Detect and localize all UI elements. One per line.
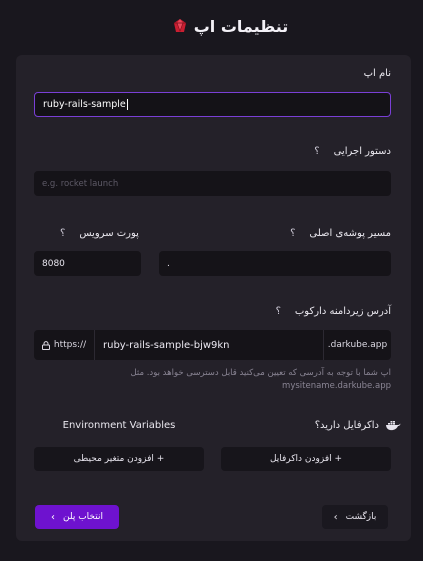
dockerfile-label-row: داکرفایل دارید؟ [315, 420, 401, 431]
root-dir-value: . [167, 258, 170, 269]
domain-suffix-text: .darkube.app [327, 340, 388, 350]
subdomain-hint-line-1: اپ شما با توجه به آدرسی که تعیین می‌کنید… [130, 368, 391, 378]
run-command-placeholder: e.g. rocket launch [42, 178, 119, 189]
dockerfile-label: داکرفایل دارید؟ [314, 420, 379, 431]
page-title: تنظیمات اپ [193, 16, 289, 36]
app-name-value: ruby-rails-sample [43, 99, 126, 110]
chevron-left-icon: ‹ [51, 511, 56, 523]
ruby-icon [173, 19, 186, 32]
run-command-label: دستور اجرایی [333, 146, 391, 157]
env-vars-label: Environment Variables [62, 420, 176, 431]
subdomain-hint-line-2: mysitename.darkube.app [282, 381, 391, 391]
root-dir-input[interactable]: . [159, 251, 391, 276]
service-port-label-row: پورت سرویس ؟ [60, 228, 139, 239]
run-command-label-row: دستور اجرایی ؟ [314, 146, 391, 157]
root-dir-help-icon[interactable]: ؟ [290, 228, 295, 239]
service-port-label: پورت سرویس [79, 228, 139, 239]
service-port-input[interactable]: 8080 [34, 251, 141, 276]
service-port-help-icon[interactable]: ؟ [60, 228, 65, 239]
back-button[interactable]: ‹ بازگشت [322, 505, 388, 529]
service-port-value: 8080 [42, 258, 65, 269]
text-cursor [126, 99, 128, 110]
subdomain-input[interactable]: ruby-rails-sample-bjw9kn [95, 330, 323, 360]
subdomain-help-icon[interactable]: ؟ [276, 306, 281, 317]
docker-icon [386, 421, 401, 431]
add-env-var-button[interactable]: + افزودن متغیر محیطی [34, 447, 204, 471]
subdomain-value: ruby-rails-sample-bjw9kn [103, 339, 230, 351]
subdomain-label: آدرس زیردامنه دارکوب [294, 306, 391, 317]
root-dir-label: مسیر پوشه‌ی اصلی [309, 228, 391, 239]
run-command-input[interactable]: e.g. rocket launch [34, 171, 391, 196]
page-header: تنظیمات اپ [150, 16, 310, 36]
root-dir-label-row: مسیر پوشه‌ی اصلی ؟ [290, 228, 391, 239]
app-name-label: نام اپ [363, 68, 391, 79]
protocol-prefix: https:// [34, 330, 95, 360]
run-command-help-icon[interactable]: ؟ [314, 146, 319, 157]
protocol-text: https:// [53, 340, 87, 350]
add-dockerfile-button[interactable]: + افزودن داکرفایل [221, 447, 391, 471]
chevron-left-icon: ‹ [333, 511, 338, 523]
add-env-var-label: + افزودن متغیر محیطی [73, 454, 165, 464]
select-plan-label: انتخاب پلن [63, 512, 103, 522]
domain-suffix: .darkube.app [323, 330, 391, 360]
select-plan-button[interactable]: ‹ انتخاب پلن [35, 505, 119, 529]
subdomain-label-row: آدرس زیردامنه دارکوب ؟ [276, 306, 391, 317]
lock-icon [41, 340, 50, 350]
app-name-input[interactable]: ruby-rails-sample [34, 92, 391, 117]
add-dockerfile-label: + افزودن داکرفایل [269, 454, 343, 464]
back-label: بازگشت [345, 512, 377, 522]
